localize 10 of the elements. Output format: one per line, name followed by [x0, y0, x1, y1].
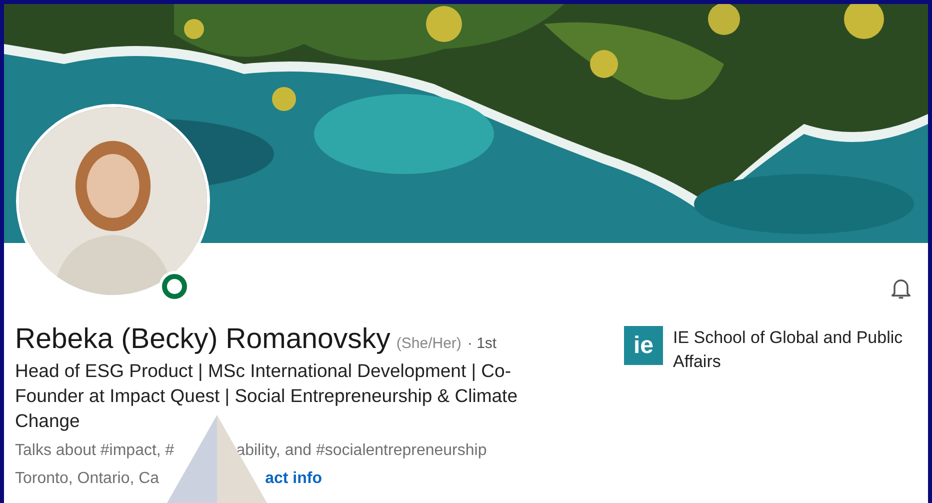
profile-name: Rebeka (Becky) Romanovsky	[15, 323, 390, 356]
school-name[interactable]: IE School of Global and Public Affairs	[673, 326, 914, 374]
contact-info-link[interactable]: act info	[265, 470, 322, 488]
talks-about-text: Talks about #impact, #	[15, 442, 174, 460]
location: Toronto, Ontario, Ca	[15, 470, 160, 488]
headline: Head of ESG Product | MSc International Development | Co-Founder at Impact Quest | Social Entrepreneurship & Climate Change	[15, 359, 518, 433]
pronouns: (She/Her)	[396, 335, 462, 352]
talks-about-text: ability, and #socialentrepreneurship	[236, 442, 487, 460]
connection-degree: · 1st	[467, 335, 497, 352]
school-logo: ie	[624, 326, 663, 365]
